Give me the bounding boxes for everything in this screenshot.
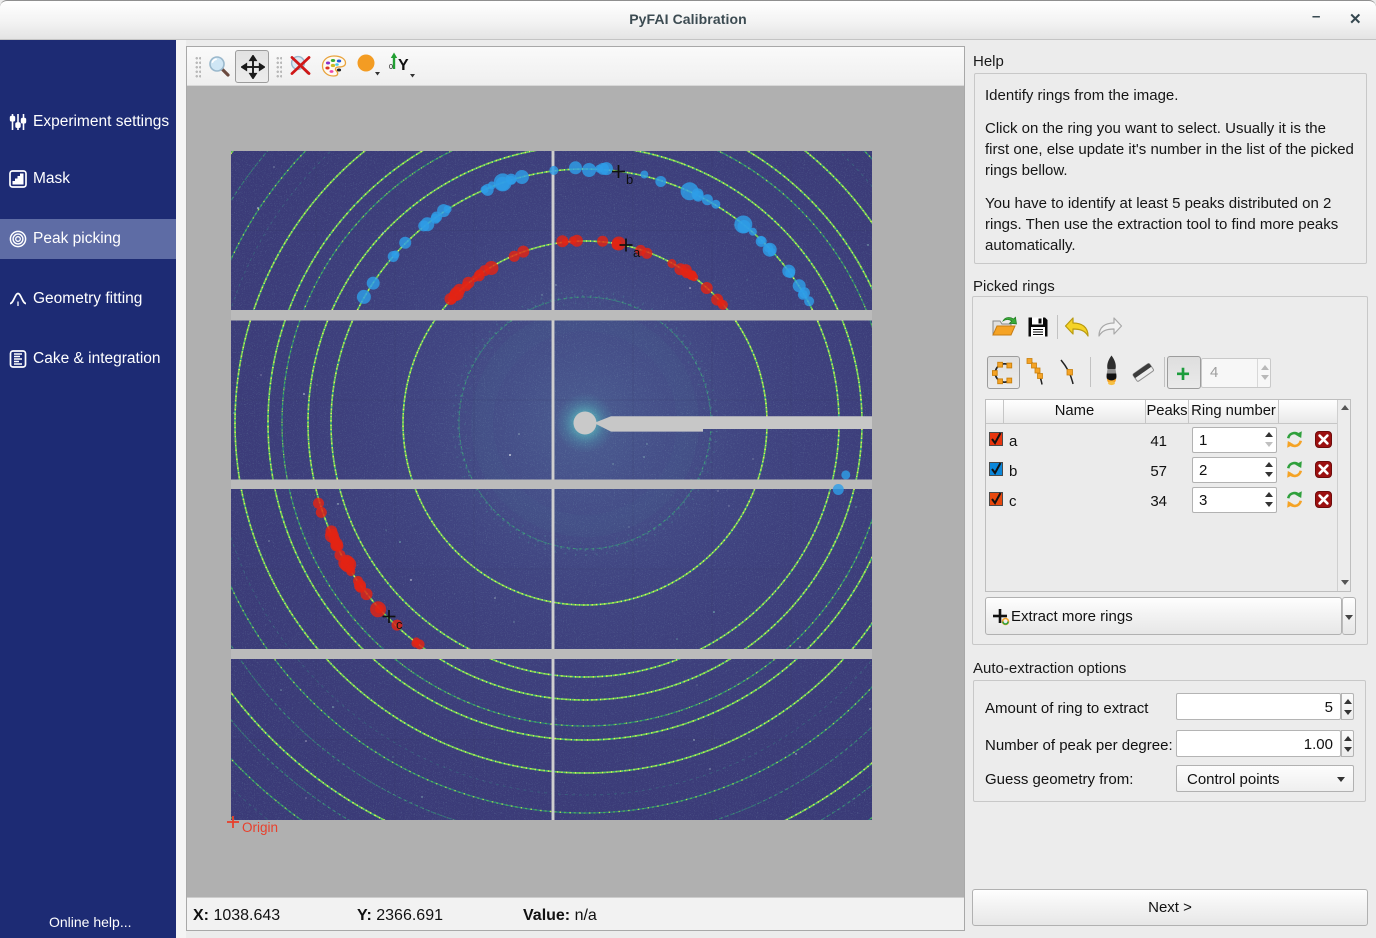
- svg-text:Y: Y: [398, 57, 409, 74]
- svg-text:a: a: [633, 245, 641, 260]
- svg-text:b: b: [626, 172, 633, 187]
- svg-text:0: 0: [389, 64, 393, 71]
- svg-text:Origin: Origin: [242, 820, 278, 835]
- svg-text:c: c: [396, 617, 403, 632]
